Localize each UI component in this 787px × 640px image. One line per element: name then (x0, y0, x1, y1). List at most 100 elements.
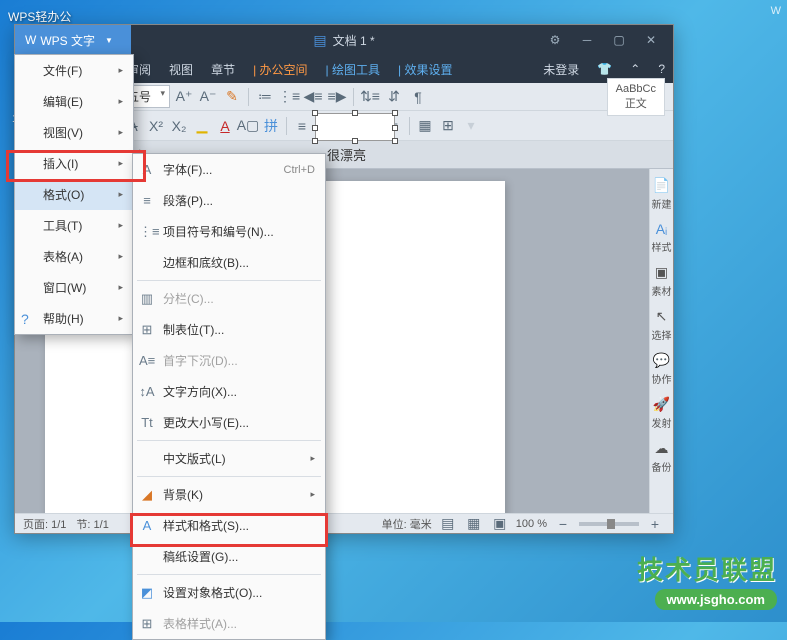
zoom-out-icon[interactable]: − (553, 514, 573, 534)
menu-edit[interactable]: 编辑(E)▸ (15, 86, 133, 117)
wps-logo-icon: W (25, 33, 36, 47)
style-sample: AaBbCc (616, 83, 656, 95)
watermark-url: www.jsgho.com (655, 589, 777, 610)
rocket-icon: 🚀 (653, 396, 670, 413)
side-new[interactable]: 📄新建 (652, 177, 672, 211)
style-gallery-item[interactable]: AaBbCc 正文 (607, 78, 665, 116)
menu-drawing-tools[interactable]: | 绘图工具 (318, 57, 388, 82)
selected-text-box[interactable] (315, 113, 395, 141)
watermark-cn: 技术员联盟 (637, 550, 777, 587)
table-icon: ⊞ (139, 616, 155, 632)
submenu-changecase[interactable]: Tt更改大小写(E)... (133, 407, 325, 438)
menu-format[interactable]: 格式(O)▸ (15, 179, 133, 210)
maximize-button[interactable]: ▢ (607, 33, 631, 47)
titlebar: W WPS 文字 ▼ ▤ 文档 1 * ⚙ ─ ▢ ✕ (15, 25, 673, 55)
side-collab[interactable]: 💬协作 (652, 352, 672, 386)
highlight-icon[interactable]: ▁ (192, 116, 212, 136)
submenu-object-format[interactable]: ◩设置对象格式(O)... (133, 577, 325, 608)
cloud-icon: ☁ (655, 440, 669, 457)
shading-icon[interactable]: ▦ (415, 116, 435, 136)
columns-icon: ▥ (139, 291, 155, 307)
submenu-styles[interactable]: A样式和格式(S)... (133, 510, 325, 541)
menu-office-space[interactable]: | 办公空间 (245, 57, 315, 82)
increase-indent-icon[interactable]: ≡▶ (327, 87, 347, 107)
border-icon[interactable]: ⊞ (438, 116, 458, 136)
line-spacing-icon[interactable]: ⇅≡ (360, 87, 380, 107)
styles-icon: A (139, 518, 155, 533)
bullets-icon[interactable]: ≔ (255, 87, 275, 107)
menu-tools[interactable]: 工具(T)▸ (15, 210, 133, 241)
side-send[interactable]: 🚀发射 (652, 396, 672, 430)
menu-chapter[interactable]: 章节 (203, 57, 243, 82)
menu-file[interactable]: 文件(F)▸ (15, 55, 133, 86)
document-icon: ▤ (313, 32, 326, 49)
sort-icon[interactable]: ⇵ (384, 87, 404, 107)
char-border-icon[interactable]: A▢ (238, 116, 258, 136)
paragraph-mark-icon[interactable]: ¶ (408, 87, 428, 107)
view-web-icon[interactable]: ▣ (490, 514, 510, 534)
settings-icon[interactable]: ⚙ (543, 33, 567, 47)
case-icon: Tt (139, 415, 155, 430)
login-link[interactable]: 未登录 (535, 61, 587, 78)
side-material[interactable]: ▣素材 (652, 264, 672, 298)
font-a-icon: A (139, 162, 155, 177)
menu-insert[interactable]: 插入(I)▸ (15, 148, 133, 179)
submenu-paragraph[interactable]: ≡段落(P)... (133, 185, 325, 216)
menu-effect-settings[interactable]: | 效果设置 (390, 57, 460, 82)
chat-icon: 💬 (653, 352, 670, 369)
zoom-in-icon[interactable]: + (645, 514, 665, 534)
submenu-columns: ▥分栏(C)... (133, 283, 325, 314)
minimize-button[interactable]: ─ (575, 33, 599, 47)
submenu-borders[interactable]: 边框和底纹(B)... (133, 247, 325, 278)
app-menu-button[interactable]: W WPS 文字 ▼ (15, 25, 131, 55)
menu-view[interactable]: 视图 (161, 57, 201, 82)
submenu-genko[interactable]: 稿纸设置(G)... (133, 541, 325, 572)
submenu-dropcap: A≡首字下沉(D)... (133, 345, 325, 376)
shrink-font-icon[interactable]: A⁻ (198, 87, 218, 107)
corner-w: W (771, 5, 781, 17)
bucket-icon: ◢ (139, 487, 155, 503)
document-title: 文档 1 * (333, 32, 375, 49)
status-unit: 单位: 毫米 (382, 516, 432, 532)
watermark-logo: 技术员联盟 www.jsgho.com (637, 550, 777, 610)
desktop-shortcut-label: WPS轻办公 (8, 8, 71, 25)
menu-help[interactable]: ?帮助(H)▸ (15, 303, 133, 334)
textdir-icon: ↕A (139, 384, 155, 399)
paragraph-icon: ≡ (139, 193, 155, 208)
zoom-slider[interactable] (579, 522, 639, 526)
style-a-icon: Aᵢ (656, 221, 668, 237)
submenu-table-style: ⊞表格样式(A)... (133, 608, 325, 639)
menu-window[interactable]: 窗口(W)▸ (15, 272, 133, 303)
decrease-indent-icon[interactable]: ◀≡ (303, 87, 323, 107)
menu-view-dd[interactable]: 视图(V)▸ (15, 117, 133, 148)
submenu-background[interactable]: ◢背景(K)▸ (133, 479, 325, 510)
style-name: 正文 (616, 95, 656, 111)
side-style[interactable]: Aᵢ样式 (652, 221, 672, 254)
more-icon[interactable]: ▾ (461, 116, 481, 136)
dropcap-icon: A≡ (139, 353, 155, 368)
subscript-icon[interactable]: X₂ (169, 116, 189, 136)
plus-icon: 📄 (653, 177, 670, 194)
numbering-icon[interactable]: ⋮≡ (279, 87, 299, 107)
close-button[interactable]: ✕ (639, 33, 663, 47)
shape-text-content: 很漂亮 (327, 145, 366, 164)
font-color-icon[interactable]: A (215, 116, 235, 136)
submenu-bullets[interactable]: ⋮≡项目符号和编号(N)... (133, 216, 325, 247)
window-controls: ⚙ ─ ▢ ✕ (543, 33, 673, 47)
submenu-tabs[interactable]: ⊞制表位(T)... (133, 314, 325, 345)
phonetic-icon[interactable]: 拼 (261, 116, 281, 136)
submenu-cjk[interactable]: 中文版式(L)▸ (133, 443, 325, 474)
submenu-textdir[interactable]: ↕A文字方向(X)... (133, 376, 325, 407)
side-backup[interactable]: ☁备份 (652, 440, 672, 474)
clear-format-icon[interactable]: ✎ (222, 87, 242, 107)
side-select[interactable]: ↖选择 (652, 308, 672, 342)
view-print-icon[interactable]: ▤ (438, 514, 458, 534)
grow-font-icon[interactable]: A⁺ (174, 87, 194, 107)
superscript-icon[interactable]: X² (146, 116, 166, 136)
submenu-font[interactable]: A字体(F)...Ctrl+D (133, 154, 325, 185)
list-icon: ⋮≡ (139, 224, 155, 240)
menu-table[interactable]: 表格(A)▸ (15, 241, 133, 272)
tabs-icon: ⊞ (139, 322, 155, 338)
align-left-icon[interactable]: ≡ (292, 116, 312, 136)
view-outline-icon[interactable]: ▦ (464, 514, 484, 534)
